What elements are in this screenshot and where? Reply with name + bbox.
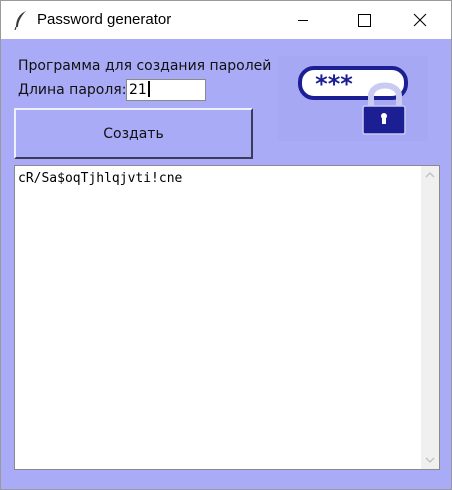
app-heading: Программа для создания паролей — [18, 58, 272, 74]
feather-icon — [14, 11, 26, 30]
scroll-down-arrow[interactable] — [421, 451, 439, 469]
window-title: Password generator — [37, 11, 172, 28]
close-icon — [413, 13, 427, 27]
create-button[interactable]: Создать — [14, 108, 253, 159]
generated-password: cR/Sa$oqTjhlqjvti!cne — [18, 171, 183, 186]
chevron-down-icon — [425, 457, 435, 463]
title-bar[interactable]: Password generator — [1, 1, 451, 39]
text-caret — [147, 81, 150, 97]
maximize-icon — [357, 13, 371, 27]
logo-stars: *** — [315, 70, 353, 98]
create-button-label: Создать — [103, 125, 164, 142]
scroll-up-arrow[interactable] — [421, 166, 439, 184]
password-output-textarea[interactable]: cR/Sa$oqTjhlqjvti!cne — [14, 165, 440, 470]
close-button[interactable] — [397, 1, 443, 39]
maximize-button[interactable] — [341, 1, 387, 39]
password-length-input[interactable]: 21 — [126, 79, 206, 101]
app-window: Password generator Программа для создани… — [0, 0, 452, 490]
vertical-scrollbar[interactable] — [421, 166, 439, 469]
password-lock-icon: *** — [278, 56, 428, 141]
password-length-label: Длина пароля: — [18, 82, 127, 98]
password-length-value: 21 — [129, 82, 147, 98]
minimize-icon — [298, 20, 308, 21]
chevron-up-icon — [425, 172, 435, 178]
minimize-button[interactable] — [280, 1, 326, 39]
